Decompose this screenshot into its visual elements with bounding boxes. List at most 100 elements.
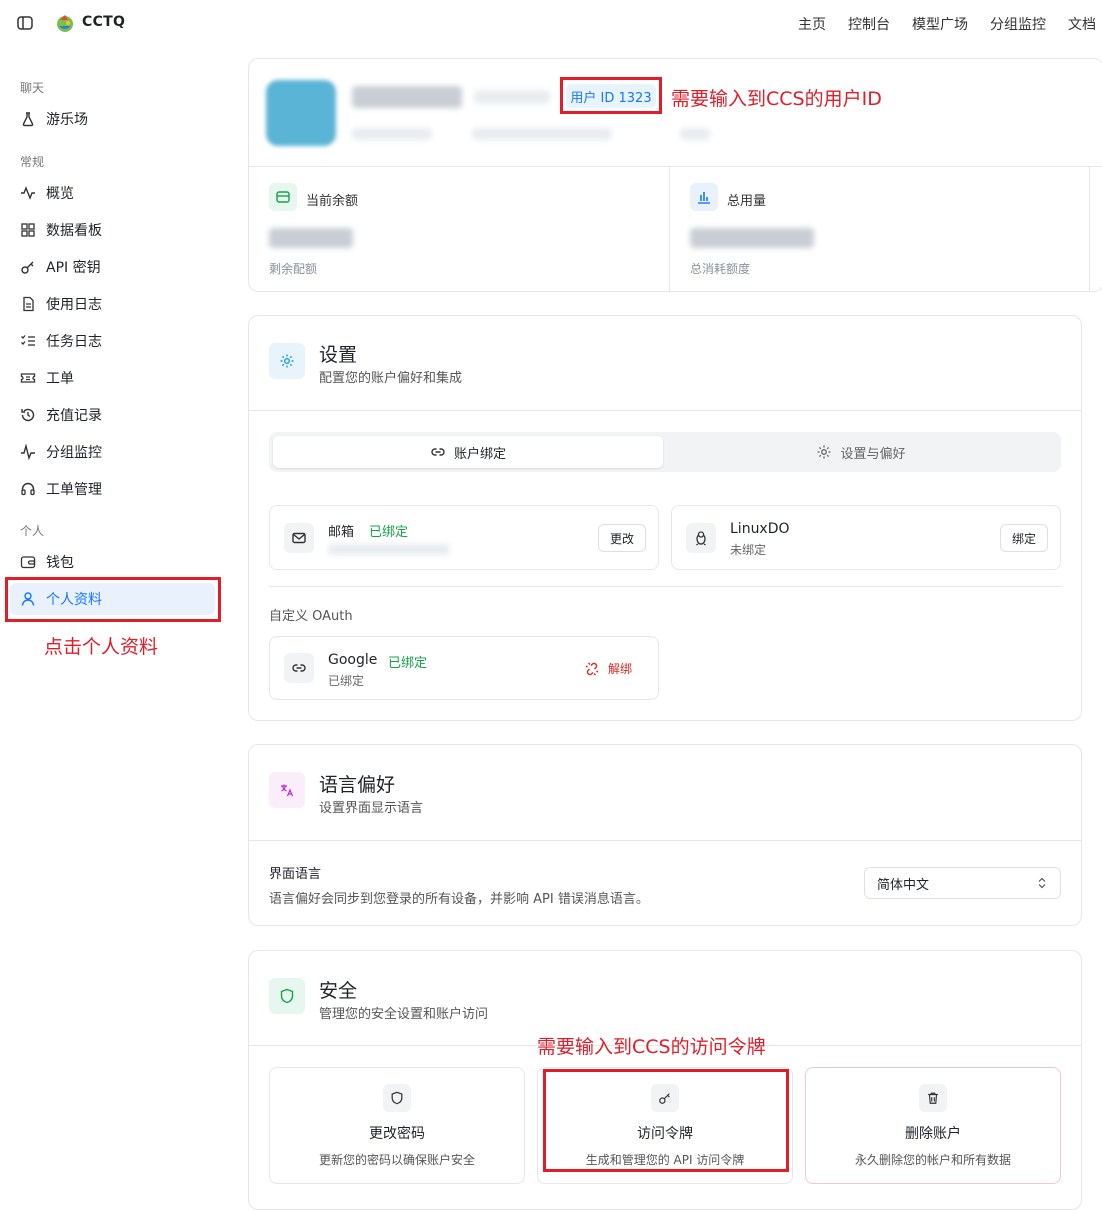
- link-icon: [431, 448, 445, 456]
- annotation-profile-box: [5, 577, 221, 622]
- nav-console[interactable]: 控制台: [848, 14, 890, 34]
- headset-icon: [21, 482, 35, 496]
- top-bar: CCTQ 主页 控制台 模型广场 分组监控 文档: [0, 0, 1102, 46]
- linuxdo-label: LinuxDO: [730, 521, 790, 537]
- language-selected-value: 简体中文: [877, 877, 930, 893]
- trash-icon: [919, 1084, 947, 1112]
- flask-icon: [22, 112, 34, 127]
- gear-icon: [269, 343, 305, 379]
- key-icon: [21, 261, 34, 274]
- bind-linuxdo-button[interactable]: 绑定: [1000, 524, 1048, 552]
- email-value-blurred: [328, 544, 450, 555]
- sidebar-item-api-keys[interactable]: API 密钥: [10, 251, 215, 283]
- security-title: 安全: [319, 980, 358, 1002]
- sidebar-item-group-monitor[interactable]: 分组监控: [10, 436, 215, 468]
- sidebar-section-general: 常规: [20, 155, 45, 169]
- email-status: 已绑定: [369, 525, 409, 540]
- balance-label: 当前余额: [306, 194, 359, 209]
- balance-value-blurred: [269, 228, 353, 248]
- language-field-desc: 语言偏好会同步到您登录的所有设备，并影响 API 错误消息语言。: [269, 892, 649, 907]
- link-icon: [284, 653, 314, 683]
- top-nav: 主页 控制台 模型广场 分组监控 文档: [776, 14, 1102, 34]
- language-field-label: 界面语言: [269, 867, 322, 882]
- email-label: 邮箱: [328, 525, 355, 540]
- nav-docs[interactable]: 文档: [1068, 14, 1096, 34]
- brand-logo-icon[interactable]: [54, 12, 76, 34]
- sidebar-item-task-logs[interactable]: 任务日志: [10, 325, 215, 357]
- sidebar-item-recharge-history[interactable]: 充值记录: [10, 399, 215, 431]
- tab-account-binding[interactable]: 账户绑定: [273, 436, 663, 468]
- username-blurred: [352, 86, 462, 108]
- language-subtitle: 设置界面显示语言: [319, 801, 424, 816]
- annotation-token-box: [543, 1069, 789, 1172]
- brand-name[interactable]: CCTQ: [82, 14, 125, 30]
- sidebar-item-label: 工单: [46, 371, 74, 387]
- list-check-icon: [21, 335, 35, 346]
- sidebar-item-label: 任务日志: [46, 334, 102, 350]
- divider: [249, 410, 1081, 411]
- file-text-icon: [23, 296, 34, 312]
- sidebar-item-ticket-admin[interactable]: 工单管理: [10, 473, 215, 505]
- sidebar-section-personal: 个人: [20, 524, 45, 538]
- translate-icon: [269, 772, 305, 808]
- sidebar-item-label: 工单管理: [46, 482, 102, 498]
- change-email-button[interactable]: 更改: [598, 524, 646, 552]
- sidebar-item-label: 概览: [46, 186, 74, 202]
- sidebar-item-playground[interactable]: 游乐场: [10, 103, 215, 135]
- unbind-google-button[interactable]: 解绑: [584, 660, 632, 677]
- tab-label: 设置与偏好: [840, 446, 906, 462]
- annotation-click-profile: 点击个人资料: [44, 636, 159, 658]
- sidebar-item-tickets[interactable]: 工单: [10, 362, 215, 394]
- sidebar-toggle-icon[interactable]: [16, 14, 34, 32]
- google-status-badge: 已绑定: [388, 656, 428, 671]
- sidebar-item-wallet[interactable]: 钱包: [10, 546, 215, 578]
- divider: [269, 586, 1061, 587]
- usage-value-blurred: [690, 228, 814, 248]
- sidebar-item-label: 充值记录: [46, 408, 102, 424]
- pulse-icon: [21, 444, 35, 460]
- security-subtitle: 管理您的安全设置和账户访问: [319, 1007, 489, 1022]
- bar-chart-icon: [690, 183, 718, 211]
- tab-preferences[interactable]: 设置与偏好: [665, 436, 1057, 468]
- mail-icon: [284, 523, 314, 553]
- divider: [1089, 167, 1090, 291]
- sidebar-item-overview[interactable]: 概览: [10, 177, 215, 209]
- grid-icon: [21, 223, 35, 237]
- group-blurred: [352, 128, 432, 140]
- sidebar-item-label: 游乐场: [46, 112, 88, 128]
- display-name-blurred: [474, 90, 550, 104]
- email-blurred: [472, 128, 612, 140]
- google-status: 已绑定: [328, 674, 365, 688]
- language-select[interactable]: 简体中文: [864, 867, 1061, 899]
- language-title: 语言偏好: [319, 774, 396, 796]
- chevron-up-down-icon: [1038, 877, 1046, 889]
- change-password-title: 更改密码: [369, 1126, 425, 1142]
- ticket-icon: [20, 373, 36, 383]
- annotation-user-id-box: [560, 77, 662, 114]
- sidebar-item-label: API 密钥: [46, 260, 101, 276]
- divider: [249, 166, 1102, 167]
- usage-sub: 总消耗额度: [690, 262, 751, 276]
- settings-title: 设置: [319, 344, 358, 366]
- unbind-label: 解绑: [608, 662, 633, 676]
- balance-sub: 剩余配额: [269, 262, 318, 276]
- sidebar-item-usage-logs[interactable]: 使用日志: [10, 288, 215, 320]
- nav-models[interactable]: 模型广场: [912, 14, 968, 34]
- sidebar-item-dashboard[interactable]: 数据看板: [10, 214, 215, 246]
- annotation-user-id-note: 需要输入到CCS的用户ID: [671, 88, 882, 110]
- avatar: [266, 80, 336, 146]
- delete-account-title: 删除账户: [905, 1126, 961, 1142]
- oauth-section-title: 自定义 OAuth: [269, 609, 353, 624]
- nav-group-monitor[interactable]: 分组监控: [990, 14, 1046, 34]
- settings-subtitle: 配置您的账户偏好和集成: [319, 371, 463, 386]
- wallet-icon: [20, 556, 36, 569]
- wallet-card-icon: [269, 183, 297, 211]
- divider: [249, 840, 1081, 841]
- shield-icon: [383, 1084, 411, 1112]
- linuxdo-status: 未绑定: [730, 543, 767, 557]
- history-icon: [21, 408, 35, 422]
- penguin-icon: [686, 523, 716, 553]
- gear-icon: [817, 445, 831, 459]
- delete-account-desc: 永久删除您的帐户和所有数据: [854, 1153, 1011, 1167]
- nav-home[interactable]: 主页: [798, 14, 826, 34]
